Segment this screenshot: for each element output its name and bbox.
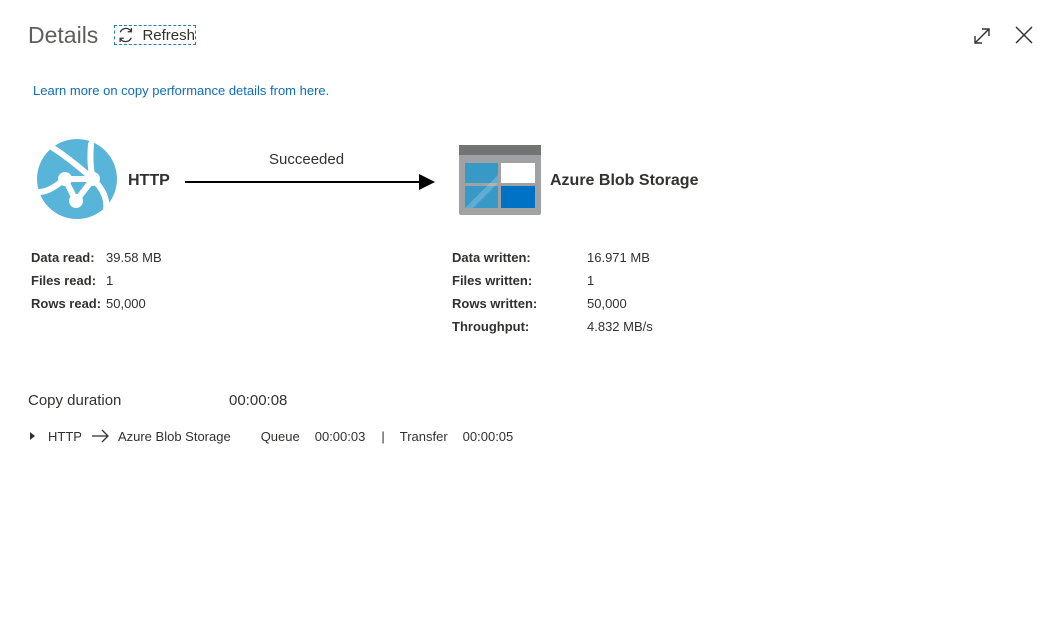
transfer-value: 00:00:05 bbox=[462, 428, 514, 444]
detail-source: HTTP bbox=[48, 428, 82, 444]
queue-label: Queue bbox=[260, 428, 300, 444]
refresh-button[interactable]: Refresh bbox=[114, 25, 196, 45]
duration-detail-row[interactable]: HTTP Azure Blob Storage Queue 00:00:03 |… bbox=[28, 427, 513, 445]
rows-written-value: 50,000 bbox=[587, 296, 627, 311]
data-written-label: Data written: bbox=[452, 250, 531, 265]
refresh-button-label: Refresh bbox=[142, 26, 195, 44]
files-written-value: 1 bbox=[587, 273, 595, 288]
data-read-label: Data read: bbox=[31, 250, 95, 265]
files-written-label: Files written: bbox=[452, 273, 533, 288]
copy-duration-label: Copy duration bbox=[28, 392, 122, 409]
expand-caret-icon[interactable] bbox=[30, 432, 35, 440]
refresh-icon bbox=[119, 27, 132, 43]
queue-value: 00:00:03 bbox=[314, 428, 366, 444]
throughput-label: Throughput: bbox=[452, 319, 530, 334]
throughput-value: 4.832 MB/s bbox=[587, 319, 653, 334]
detail-separator: | bbox=[381, 428, 385, 444]
learn-more-link[interactable]: Learn more on copy performance details f… bbox=[33, 83, 329, 98]
data-written-value: 16.971 MB bbox=[587, 250, 650, 265]
close-icon[interactable] bbox=[1015, 26, 1033, 44]
transfer-label: Transfer bbox=[399, 428, 448, 444]
blob-storage-icon bbox=[459, 145, 541, 215]
arrow-right-icon bbox=[91, 429, 109, 443]
sink-name: Azure Blob Storage bbox=[550, 172, 699, 189]
expand-icon[interactable] bbox=[972, 26, 992, 46]
details-panel: Details Refresh Learn more on copy perfo… bbox=[0, 0, 1047, 642]
copy-status: Succeeded bbox=[269, 151, 345, 168]
detail-sink: Azure Blob Storage bbox=[117, 428, 231, 444]
source-name: HTTP bbox=[128, 172, 170, 189]
copy-duration-value: 00:00:08 bbox=[229, 392, 288, 409]
rows-written-label: Rows written: bbox=[452, 296, 538, 311]
rows-read-value: 50,000 bbox=[106, 296, 146, 311]
http-globe-icon bbox=[36, 138, 118, 220]
data-read-value: 39.58 MB bbox=[106, 250, 162, 265]
files-read-value: 1 bbox=[106, 273, 114, 288]
rows-read-label: Rows read: bbox=[31, 296, 102, 311]
flow-arrow-icon bbox=[185, 174, 435, 190]
files-read-label: Files read: bbox=[31, 273, 97, 288]
panel-title: Details bbox=[28, 22, 99, 48]
